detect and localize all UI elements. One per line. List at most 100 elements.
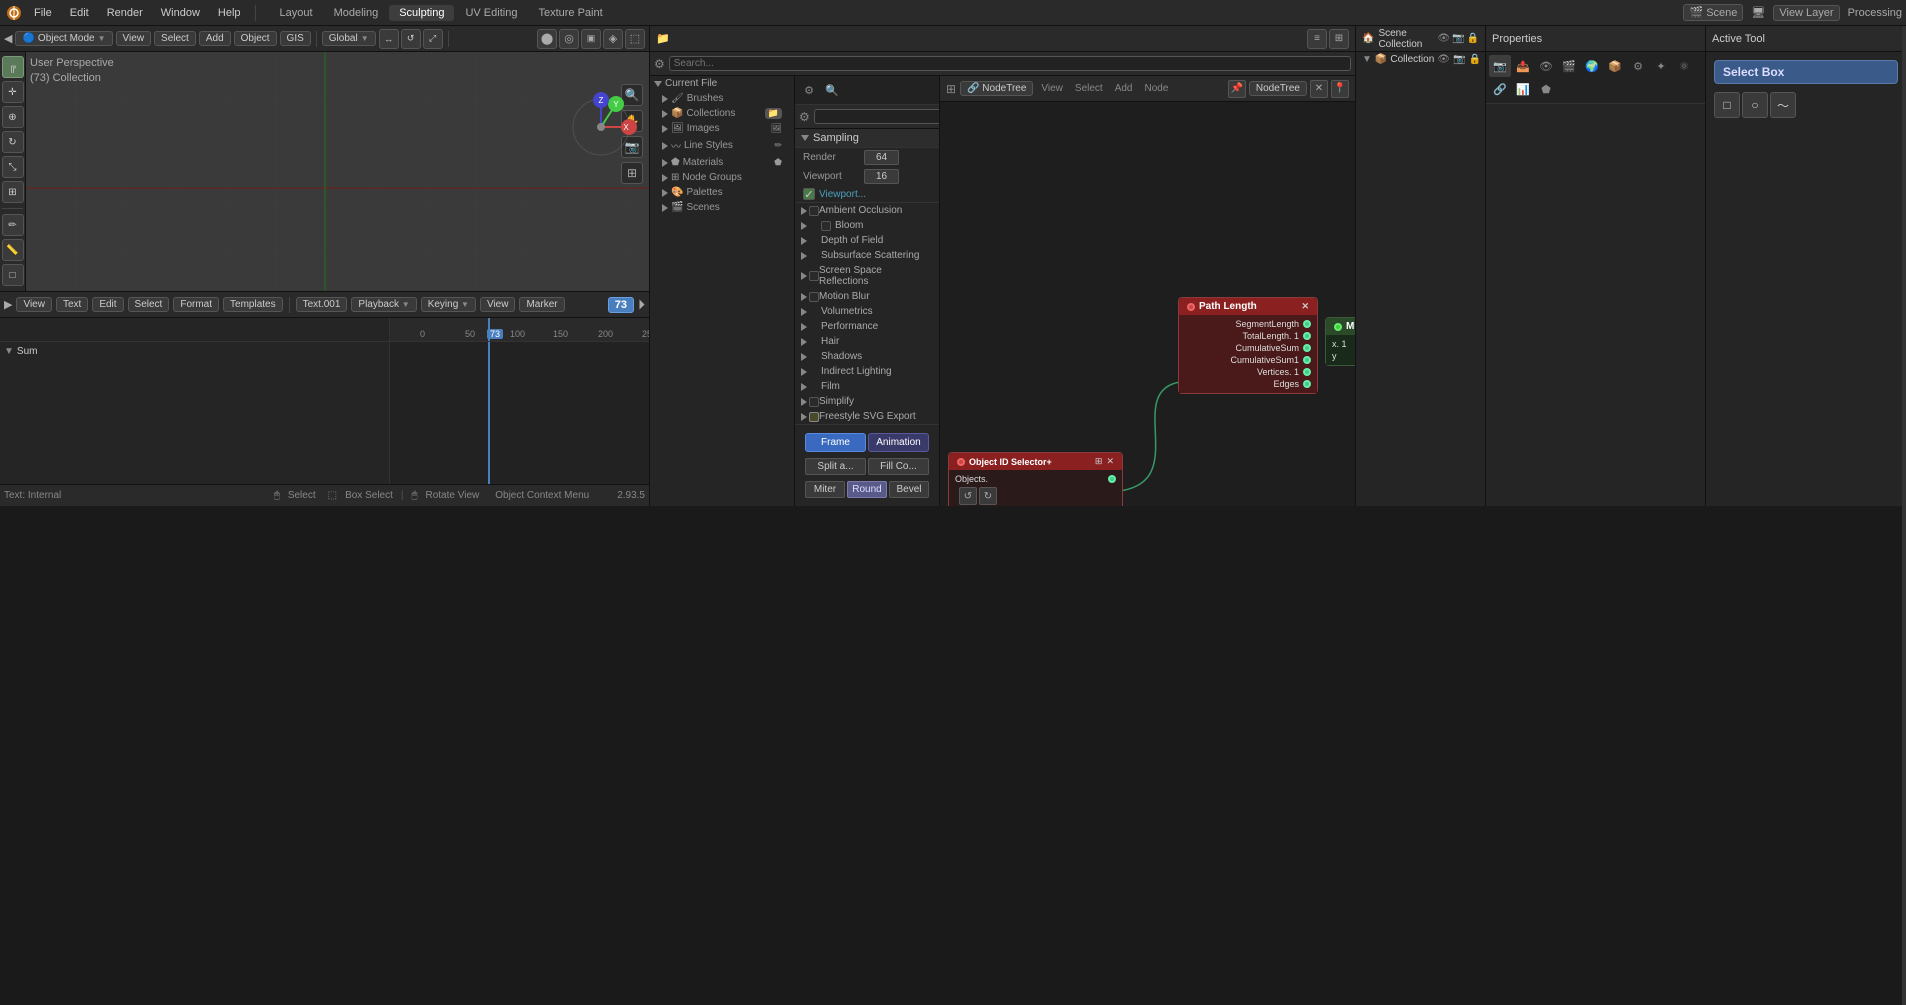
- menu-edit[interactable]: Edit: [62, 5, 97, 21]
- obj-id-objects-socket[interactable]: [1108, 475, 1116, 483]
- col-camera-icon[interactable]: 📷: [1453, 54, 1465, 65]
- fb-collections[interactable]: 📦 Collections 📁: [650, 106, 794, 121]
- tl-playback-menu[interactable]: Playback ▼: [351, 297, 416, 312]
- tl-text-name[interactable]: Text.001: [296, 297, 348, 312]
- ne-node-name[interactable]: NodeTree: [1249, 81, 1307, 96]
- scale-tool-btn[interactable]: ⤢: [423, 29, 443, 49]
- col-eye-icon[interactable]: 👁: [1437, 54, 1450, 65]
- outliner-lock-icon[interactable]: 🔒: [1467, 33, 1479, 44]
- obj-id-resize[interactable]: ⊞: [1095, 456, 1103, 467]
- timeline-summary-btn[interactable]: ▼ Sum: [4, 346, 37, 357]
- vp-add-menu[interactable]: Add: [199, 31, 231, 46]
- viewport-denoise-checkbox[interactable]: ✓: [803, 188, 815, 200]
- xray-toggle[interactable]: ⬚: [625, 29, 645, 49]
- bevel-btn[interactable]: Bevel: [889, 481, 929, 498]
- viewport-shading-render[interactable]: ▣: [581, 29, 601, 49]
- workspace-uv-editing[interactable]: UV Editing: [455, 5, 527, 21]
- path-length-node[interactable]: Path Length ✕ SegmentLength TotalLength.…: [1178, 297, 1318, 394]
- motion-blur-row[interactable]: Motion Blur: [795, 289, 939, 304]
- ne-select-menu[interactable]: Select: [1071, 82, 1107, 95]
- select-tool-btn[interactable]: ╔: [2, 56, 24, 78]
- tl-view-menu[interactable]: View: [16, 297, 52, 312]
- fb-images[interactable]: 🖼 Images 🖼: [650, 121, 794, 136]
- ssr-row[interactable]: Screen Space Reflections: [795, 263, 939, 289]
- fb-search-input[interactable]: [669, 56, 1351, 71]
- viewport-value[interactable]: 16: [864, 169, 899, 184]
- shadows-row[interactable]: Shadows: [795, 349, 939, 364]
- tl-frame-number[interactable]: 73: [608, 297, 634, 313]
- menu-help[interactable]: Help: [210, 5, 249, 21]
- fill-co-btn[interactable]: Fill Co...: [868, 458, 929, 475]
- timeline-tracks[interactable]: [390, 342, 649, 484]
- indirect-lighting-row[interactable]: Indirect Lighting: [795, 364, 939, 379]
- freestyle-row[interactable]: Freestyle SVG Export: [795, 409, 939, 424]
- viewport-shading-solid[interactable]: ⬤: [537, 29, 557, 49]
- scene-selector[interactable]: 🎬 Scene: [1683, 4, 1743, 21]
- path-length-close[interactable]: ✕: [1301, 301, 1309, 312]
- round-btn[interactable]: Round: [847, 481, 887, 498]
- workspace-texture-paint[interactable]: Texture Paint: [528, 5, 612, 21]
- prop-icon-modifier[interactable]: ⚙: [1627, 55, 1649, 77]
- move-tool[interactable]: ⊕: [2, 106, 24, 128]
- vp-view-menu[interactable]: View: [116, 31, 152, 46]
- tl-text-menu[interactable]: Text: [56, 297, 88, 312]
- volumetrics-row[interactable]: Volumetrics: [795, 304, 939, 319]
- ne-mode-btn[interactable]: 🔗 NodeTree: [960, 81, 1033, 96]
- frame-render-btn[interactable]: Frame: [805, 433, 866, 452]
- menu-window[interactable]: Window: [153, 5, 208, 21]
- tl-keying-menu[interactable]: Keying ▼: [421, 297, 476, 312]
- props-icon-filter[interactable]: ⚙: [798, 79, 820, 101]
- tool-icon-box[interactable]: □: [1714, 92, 1740, 118]
- ne-node-menu[interactable]: Node: [1141, 82, 1173, 95]
- cursor-tool-btn[interactable]: ✛: [2, 81, 24, 103]
- menu-render[interactable]: Render: [99, 5, 151, 21]
- fb-scenes[interactable]: 🎬 Scenes: [650, 200, 794, 215]
- performance-row[interactable]: Performance: [795, 319, 939, 334]
- shading-selector[interactable]: Global ▼: [322, 31, 376, 46]
- obj-id-icon-1[interactable]: ↺: [959, 487, 977, 505]
- miter-btn[interactable]: Miter: [805, 481, 845, 498]
- tl-templates-menu[interactable]: Templates: [223, 297, 283, 312]
- add-cube[interactable]: □: [2, 264, 24, 286]
- prop-icon-physics[interactable]: ⚛: [1673, 55, 1695, 77]
- dof-row[interactable]: Depth of Field: [795, 233, 939, 248]
- menu-file[interactable]: File: [26, 5, 60, 21]
- bloom-row[interactable]: Bloom: [795, 218, 939, 233]
- viewport-3d[interactable]: User Perspective (73) Collection 🔍 ✋ 📷 ⊞: [26, 52, 649, 291]
- view-layer-selector[interactable]: View Layer: [1773, 5, 1839, 21]
- vp-gis-menu[interactable]: GIS: [280, 31, 311, 46]
- prop-icon-render[interactable]: 📷: [1489, 55, 1511, 77]
- prop-icon-particles[interactable]: ✦: [1650, 55, 1672, 77]
- prop-icon-material[interactable]: ⬟: [1535, 78, 1557, 100]
- prop-icon-scene[interactable]: 🎬: [1558, 55, 1580, 77]
- pl-segment-socket[interactable]: [1303, 320, 1311, 328]
- rotate-tool-btn[interactable]: ↺: [401, 29, 421, 49]
- render-value[interactable]: 64: [864, 150, 899, 165]
- animation-render-btn[interactable]: Animation: [868, 433, 929, 452]
- tl-view-menu2[interactable]: View: [480, 297, 516, 312]
- props-icon-search[interactable]: 🔍: [821, 79, 843, 101]
- tl-marker-menu[interactable]: Marker: [519, 297, 564, 312]
- workspace-sculpting[interactable]: Sculpting: [389, 5, 454, 21]
- node-canvas[interactable]: Path Length ✕ SegmentLength TotalLength.…: [940, 102, 1355, 506]
- sampling-header[interactable]: Sampling: [795, 129, 939, 148]
- props-search-input[interactable]: [814, 109, 940, 124]
- current-file-header[interactable]: Current File: [650, 76, 794, 91]
- prop-icon-constraints[interactable]: 🔗: [1489, 78, 1511, 100]
- fb-list-btn[interactable]: ≡: [1307, 29, 1327, 49]
- fb-nodegroups[interactable]: ⊞ Node Groups: [650, 170, 794, 185]
- timeline-ruler-marks[interactable]: 0 50 73 100 150 200 250: [390, 318, 649, 341]
- ne-add-menu[interactable]: Add: [1111, 82, 1137, 95]
- prop-icon-data[interactable]: 📊: [1512, 78, 1534, 100]
- viewport-shading-material[interactable]: ◎: [559, 29, 579, 49]
- tl-select-menu[interactable]: Select: [128, 297, 170, 312]
- tool-icon-lasso[interactable]: 〜: [1770, 92, 1796, 118]
- left-toolbar-toggle[interactable]: ◀: [4, 32, 12, 45]
- ambient-occlusion-row[interactable]: Ambient Occlusion: [795, 203, 939, 218]
- fb-brushes[interactable]: 🖌 Brushes: [650, 91, 794, 106]
- vp-select-menu[interactable]: Select: [154, 31, 196, 46]
- measure-tool[interactable]: 📏: [2, 239, 24, 261]
- hair-row[interactable]: Hair: [795, 334, 939, 349]
- outliner-camera-icon[interactable]: 👁: [1437, 33, 1450, 44]
- workspace-layout[interactable]: Layout: [270, 5, 323, 21]
